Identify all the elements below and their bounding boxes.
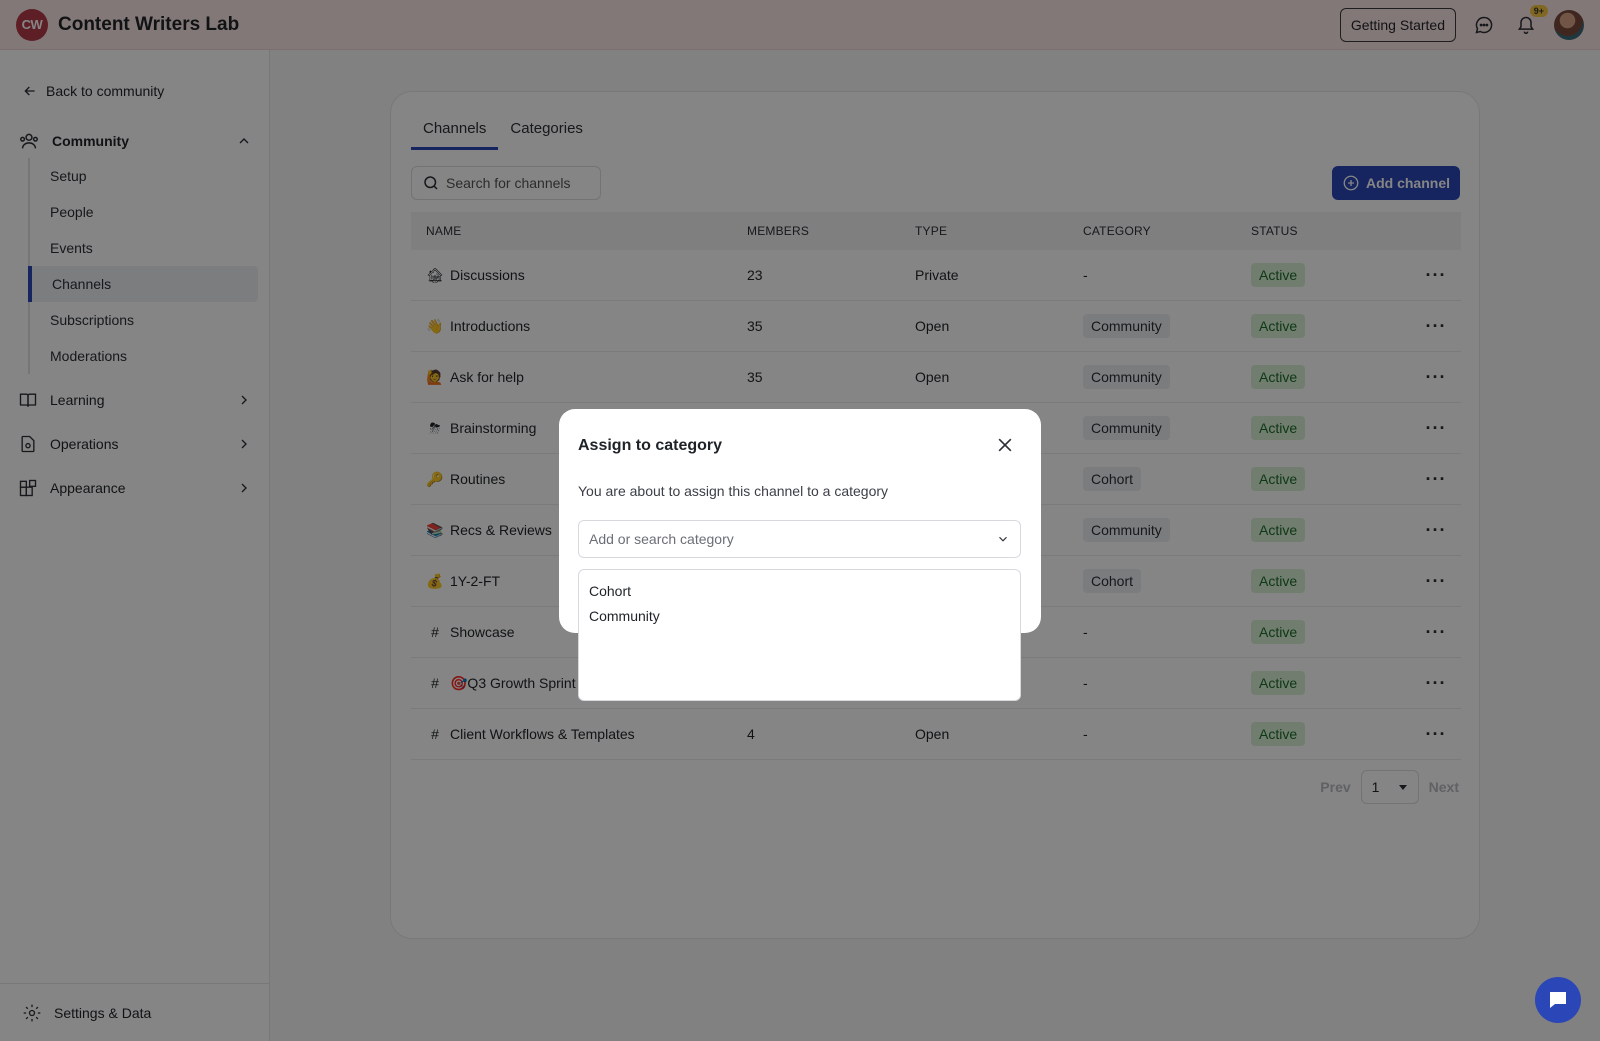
chevron-down-icon[interactable] [996,532,1010,546]
category-option-cohort[interactable]: Cohort [579,578,1020,603]
modal-description: You are about to assign this channel to … [578,483,889,499]
category-option-community[interactable]: Community [579,603,1020,628]
category-input-placeholder: Add or search category [589,531,734,547]
category-search-input[interactable]: Add or search category [578,520,1021,558]
close-icon[interactable] [995,435,1015,455]
modal-title: Assign to category [578,437,723,454]
support-chat-button[interactable] [1535,977,1581,1023]
chat-bubble-icon [1550,992,1566,1008]
category-dropdown: Cohort Community [578,569,1021,701]
